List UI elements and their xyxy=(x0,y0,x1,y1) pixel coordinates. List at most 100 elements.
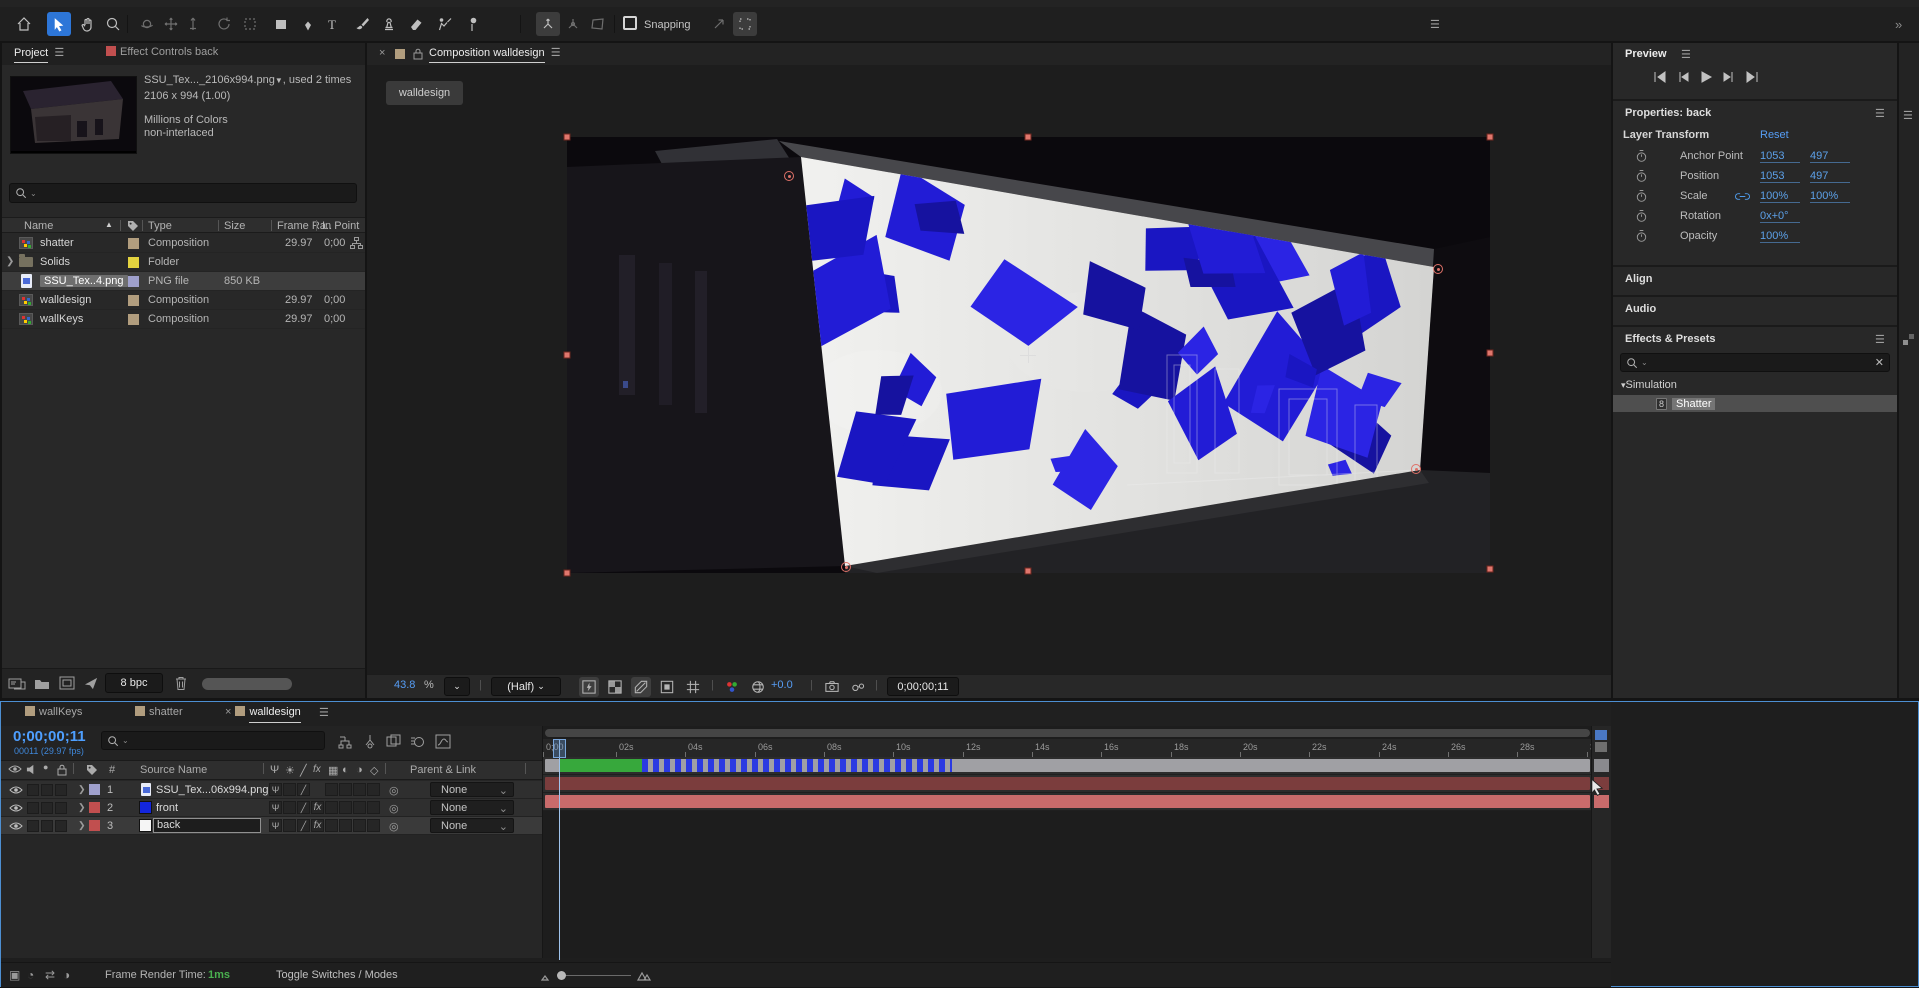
snap-line-icon[interactable] xyxy=(707,12,731,36)
playhead-line[interactable] xyxy=(559,739,560,960)
label-color-swatch[interactable] xyxy=(128,257,139,268)
solo-toggle[interactable] xyxy=(41,802,53,814)
col-type[interactable]: Type xyxy=(148,220,172,232)
item-name[interactable]: walldesign xyxy=(40,294,91,306)
quality-switch[interactable]: ╱ xyxy=(297,819,310,832)
layer-name[interactable]: front xyxy=(156,802,178,814)
audio-toggle[interactable] xyxy=(27,784,39,796)
solid-color-swatch[interactable] xyxy=(139,801,152,814)
audio-section[interactable]: Audio xyxy=(1625,303,1656,315)
effect-control-point[interactable] xyxy=(784,171,794,181)
brush-tool[interactable] xyxy=(350,12,374,36)
selection-handle[interactable] xyxy=(1487,566,1494,573)
timeline-tab[interactable]: ×walldesign xyxy=(225,706,301,718)
align-section[interactable]: Align xyxy=(1625,273,1653,285)
property-value[interactable]: 100% xyxy=(1810,190,1850,203)
in-out-columns-icon[interactable]: ⇄ xyxy=(45,968,55,982)
reset-button[interactable]: Reset xyxy=(1760,129,1789,141)
new-folder-icon[interactable] xyxy=(34,677,50,690)
render-time-icon[interactable]: ◑ xyxy=(63,968,70,982)
property-value[interactable]: 1053 xyxy=(1760,150,1800,163)
timeline-zoom-slider[interactable] xyxy=(559,975,631,976)
label-color-swatch[interactable] xyxy=(128,238,139,249)
last-frame-button[interactable] xyxy=(1745,71,1759,83)
tab-project[interactable]: Project ☰ xyxy=(14,46,64,59)
link-icon[interactable] xyxy=(1735,192,1750,201)
project-row[interactable]: ❯ Solids Folder xyxy=(2,253,365,272)
parent-dropdown[interactable]: None⌄ xyxy=(430,818,514,833)
expander-icon[interactable]: ❯ xyxy=(78,802,86,813)
bit-depth-button[interactable]: 8 bpc xyxy=(105,673,163,693)
audio-toggle[interactable] xyxy=(27,820,39,832)
rectangle-tool[interactable] xyxy=(269,12,293,36)
zoom-out-mountain-icon[interactable] xyxy=(541,971,553,981)
audio-speaker-icon[interactable] xyxy=(26,764,37,775)
clear-search-icon[interactable]: ✕ xyxy=(1875,356,1884,369)
video-eye-icon[interactable] xyxy=(9,821,23,831)
layer-row[interactable]: ❯ 3 back Ψ ╱ fx ◎ None⌄ xyxy=(1,817,542,835)
motion-blur-switch[interactable] xyxy=(339,801,352,814)
quality-switch[interactable]: ╱ xyxy=(297,801,310,814)
col-in-point[interactable]: In Point xyxy=(322,220,359,232)
play-button[interactable] xyxy=(1699,71,1713,83)
timeline-tab[interactable]: ×shatter xyxy=(135,706,183,718)
lock-toggle[interactable] xyxy=(55,802,67,814)
motion-blur-header-icon[interactable]: ◐ xyxy=(342,764,349,776)
toolbar-overflow-icon[interactable]: » xyxy=(1895,17,1902,32)
selection-tool[interactable] xyxy=(47,12,71,36)
comp-marker-button[interactable] xyxy=(1595,730,1607,740)
world-axis-mode[interactable] xyxy=(561,12,585,36)
panel-menu-icon[interactable]: ☰ xyxy=(551,47,561,59)
properties-title[interactable]: Properties: back xyxy=(1625,107,1711,119)
close-tab-icon[interactable]: × xyxy=(379,47,385,59)
local-axis-mode[interactable] xyxy=(536,12,560,36)
resolution-dropdown[interactable]: (Half) ⌄ xyxy=(491,677,561,696)
selection-handle[interactable] xyxy=(1487,350,1494,357)
collapse-header-icon[interactable]: ☀ xyxy=(285,764,295,777)
label-color-swatch[interactable] xyxy=(89,820,100,831)
transparency-grid-icon[interactable] xyxy=(605,677,625,697)
preview-menu-icon[interactable]: ☰ xyxy=(1681,48,1691,61)
quality-header-icon[interactable]: ╱ xyxy=(300,764,307,777)
zoom-tool[interactable] xyxy=(101,12,125,36)
camera-marquee-tool[interactable] xyxy=(238,12,262,36)
effect-item[interactable]: 8 Shatter xyxy=(1613,395,1897,412)
motion-blur-switch[interactable] xyxy=(339,819,352,832)
playhead-grabber[interactable] xyxy=(553,739,566,758)
expander-icon[interactable]: ❯ xyxy=(78,784,86,795)
shy-switch[interactable]: Ψ xyxy=(269,801,282,814)
type-tool[interactable]: T xyxy=(320,12,344,36)
toggle-switches-modes-button[interactable]: Toggle Switches / Modes xyxy=(276,969,398,981)
stopwatch-icon[interactable] xyxy=(1636,189,1647,203)
stopwatch-icon[interactable] xyxy=(1636,149,1647,163)
item-name[interactable]: shatter xyxy=(40,237,74,249)
selection-handle[interactable] xyxy=(1025,134,1032,141)
label-color-swatch[interactable] xyxy=(128,276,139,287)
project-row[interactable]: ❯ shatter Composition 29.97 0;00 xyxy=(2,234,365,253)
col-size[interactable]: Size xyxy=(224,220,245,232)
comp-navigator-chip[interactable]: walldesign xyxy=(386,81,463,105)
panel-menu-icon[interactable]: ☰ xyxy=(54,47,64,59)
selection-handle[interactable] xyxy=(564,570,571,577)
roto-brush-tool[interactable] xyxy=(432,12,456,36)
effects-menu-icon[interactable]: ☰ xyxy=(1875,333,1885,346)
parent-dropdown[interactable]: None⌄ xyxy=(430,800,514,815)
effects-search-input[interactable]: ⌄ ✕ xyxy=(1620,353,1890,372)
property-label[interactable]: Scale xyxy=(1680,190,1708,202)
threed-switch[interactable] xyxy=(367,819,380,832)
draft-3d-icon[interactable] xyxy=(362,734,378,749)
hand-tool[interactable] xyxy=(76,12,100,36)
shy-switch[interactable]: Ψ xyxy=(269,819,282,832)
layer-name[interactable]: SSU_Tex...06x994.png xyxy=(156,784,269,796)
time-navigator-thumb[interactable] xyxy=(545,729,1590,737)
timeline-search-input[interactable]: ⌄ xyxy=(101,731,325,750)
project-row[interactable]: ❯ wallKeys Composition 29.97 0;00 xyxy=(2,310,365,329)
stopwatch-icon[interactable] xyxy=(1636,169,1647,183)
item-name[interactable]: wallKeys xyxy=(40,313,83,325)
adjustment-switch[interactable] xyxy=(353,801,366,814)
threed-header-icon[interactable]: ◇ xyxy=(370,764,378,777)
quality-switch[interactable]: ╱ xyxy=(297,783,310,796)
frame-blend-switch[interactable] xyxy=(325,819,338,832)
motion-blur-switch[interactable] xyxy=(339,783,352,796)
property-value[interactable]: 100% xyxy=(1760,190,1800,203)
